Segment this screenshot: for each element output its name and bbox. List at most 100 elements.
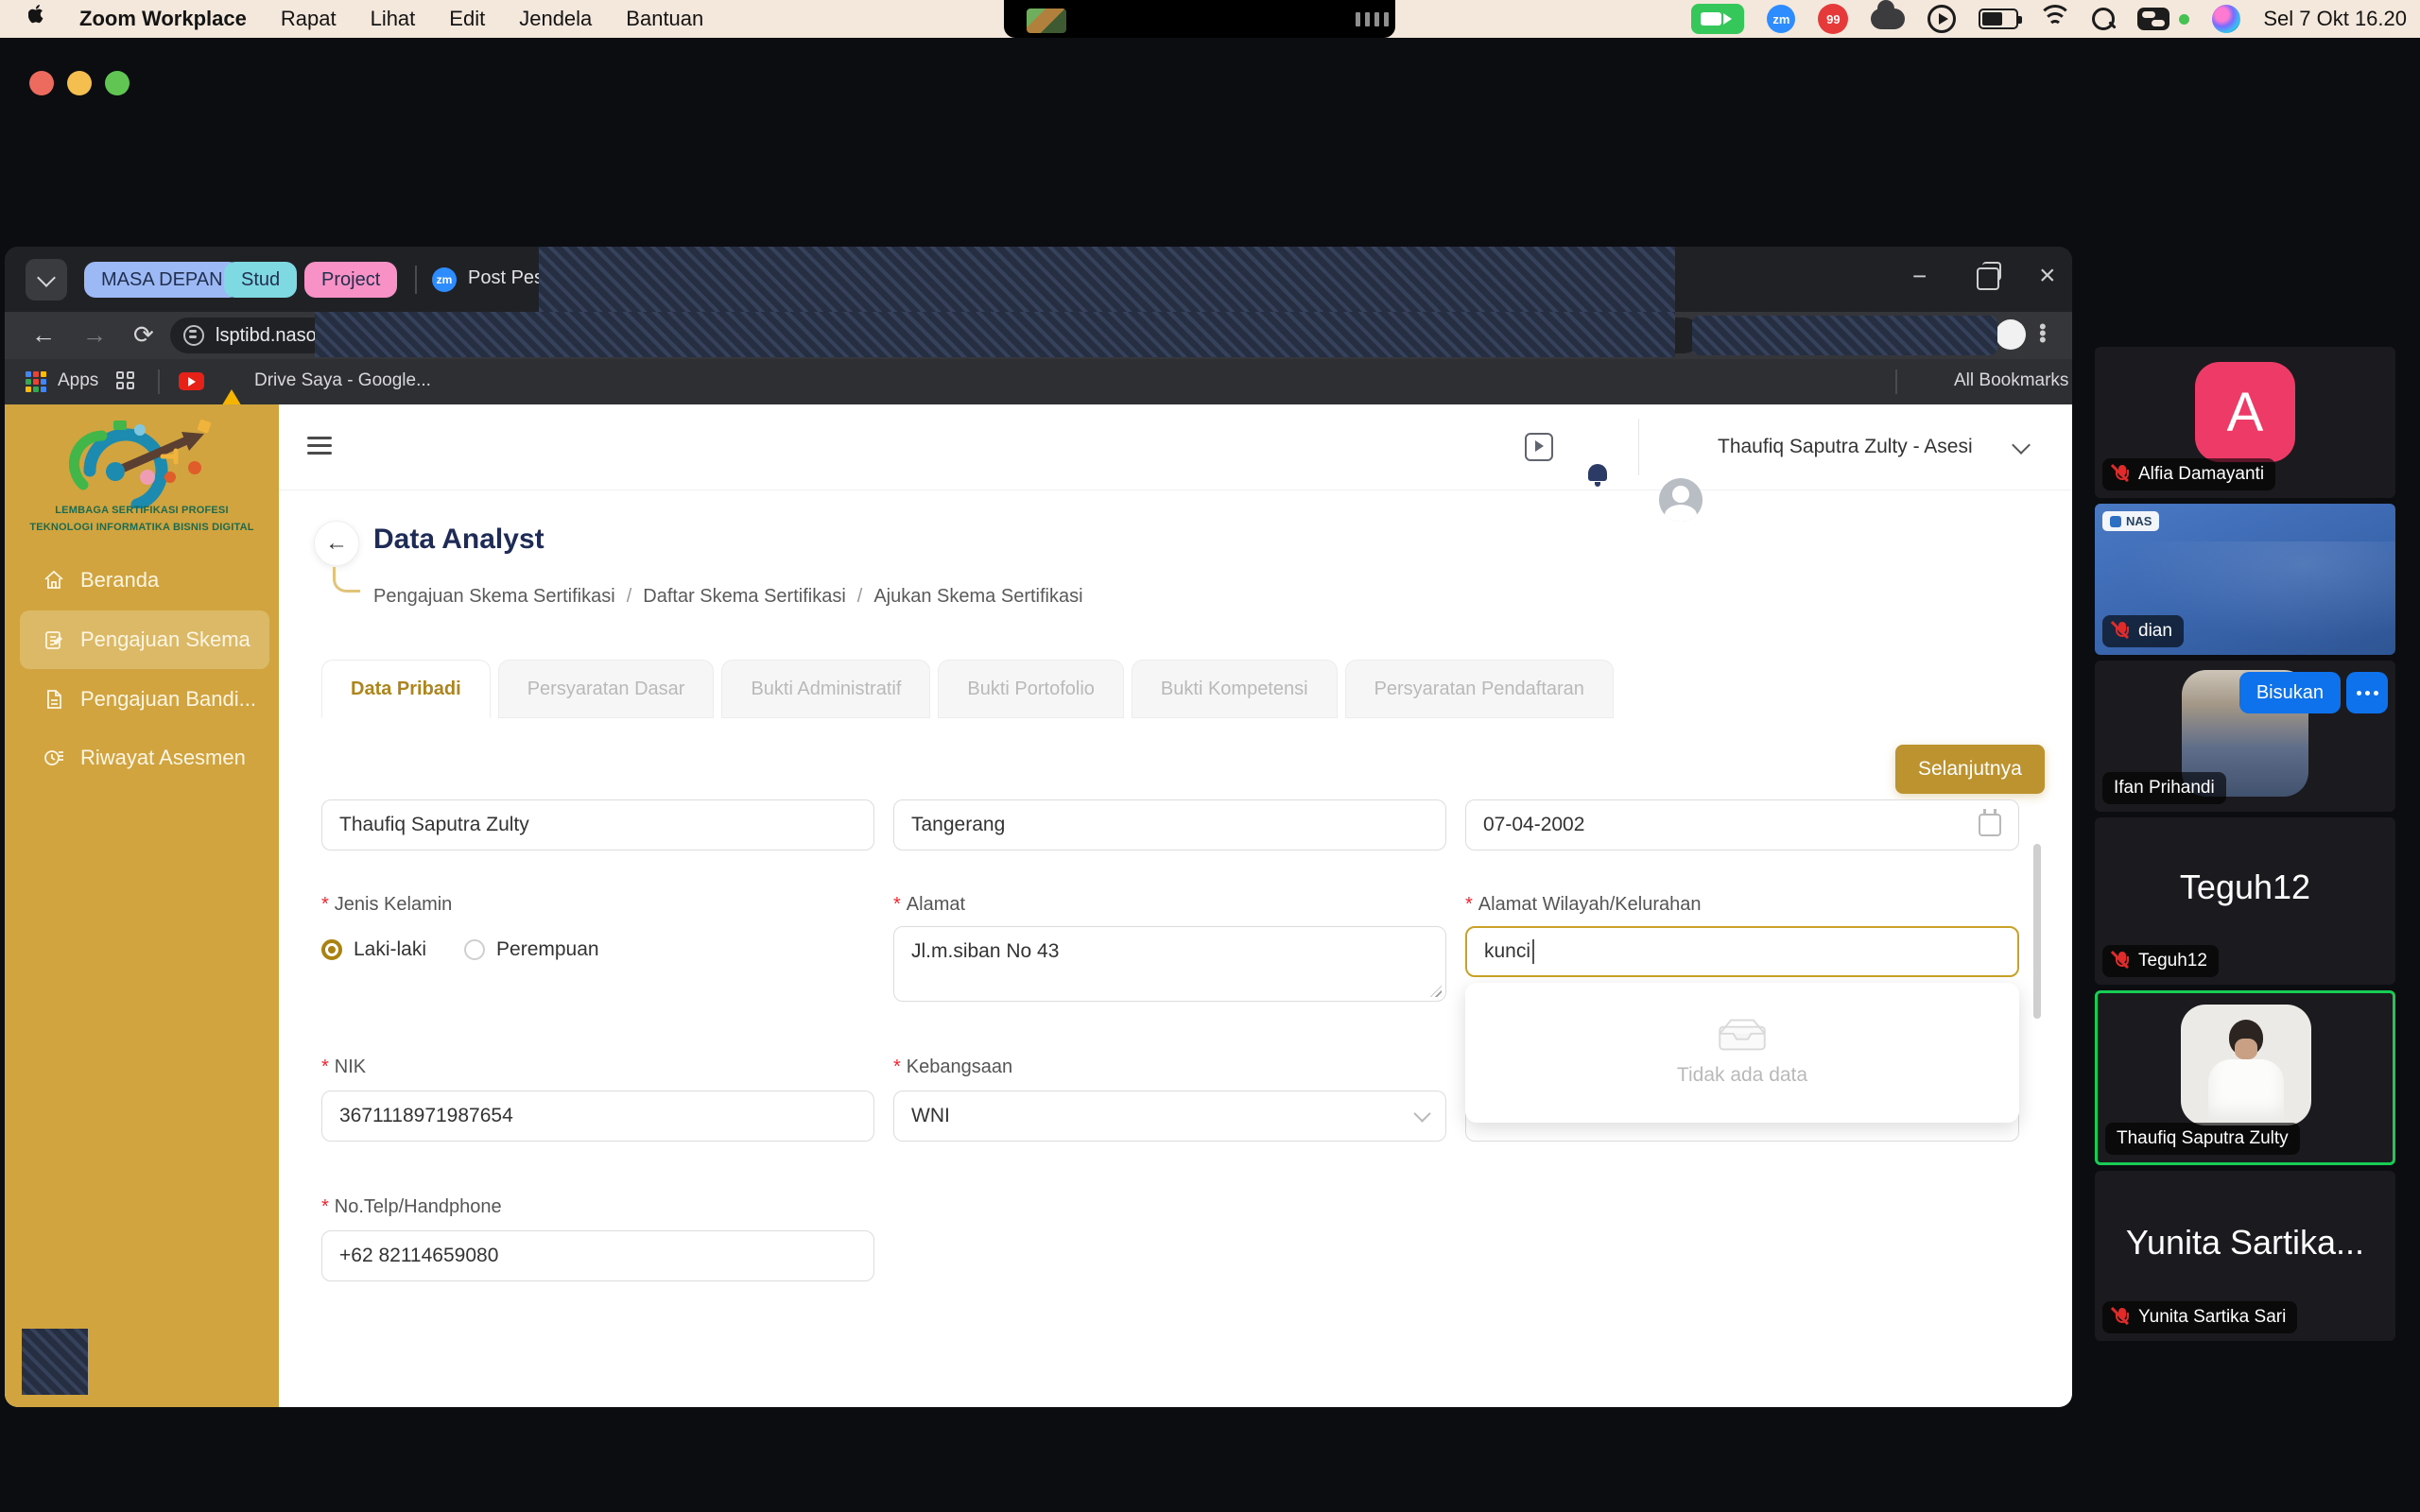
apps-grid-icon[interactable] <box>26 371 46 392</box>
participant-tile-thaufiq-active[interactable]: Thaufiq Saputra Zulty <box>2095 990 2395 1165</box>
menubar-menu-rapat[interactable]: Rapat <box>281 7 337 31</box>
all-bookmarks-label[interactable]: All Bookmarks <box>1954 370 2068 391</box>
presentation-panel-icon[interactable] <box>1525 433 1553 461</box>
sidebar-item-label: Riwayat Asesmen <box>80 746 246 770</box>
sidebar-item-riwayat-asesmen[interactable]: Riwayat Asesmen <box>5 735 317 781</box>
mic-muted-icon <box>2114 465 2131 484</box>
grid-bookmark-icon[interactable] <box>116 371 134 389</box>
kelurahan-input[interactable]: kunci <box>1465 926 2019 977</box>
zoom-menubar-icon[interactable]: zm <box>1767 5 1795 33</box>
tab-bukti-administratif[interactable]: Bukti Administratif <box>721 660 930 718</box>
resize-handle[interactable] <box>1430 986 1442 997</box>
lsp-logo-text-line1: LEMBAGA SERTIFIKASI PROFESI <box>14 503 269 519</box>
profile-avatar-icon[interactable] <box>1996 319 2026 350</box>
mute-participant-button[interactable]: Bisukan <box>2239 672 2341 713</box>
radio-label-perempuan[interactable]: Perempuan <box>496 938 599 961</box>
participant-tile-alfia[interactable]: A Alfia Damayanti <box>2095 347 2395 498</box>
window-close-traffic-light[interactable] <box>29 71 54 95</box>
menubar-app-name[interactable]: Zoom Workplace <box>79 7 247 31</box>
radio-label-laki-laki[interactable]: Laki-laki <box>354 938 426 961</box>
apple-menu-icon[interactable] <box>28 5 47 33</box>
birthplace-field[interactable]: Tangerang <box>893 799 1446 850</box>
more-options-button[interactable] <box>2346 672 2388 713</box>
required-marker: * <box>1465 894 1473 916</box>
window-minimize-traffic-light[interactable] <box>67 71 92 95</box>
name-field[interactable]: Thaufiq Saputra Zulty <box>321 799 874 850</box>
screen: Zoom Workplace Rapat Lihat Edit Jendela … <box>0 0 2420 1512</box>
window-restore-button[interactable] <box>1977 267 1999 290</box>
menubar-menu-lihat[interactable]: Lihat <box>371 7 416 31</box>
wifi-icon[interactable] <box>2041 9 2069 29</box>
cloud-icon[interactable] <box>1871 9 1905 29</box>
participant-tile-dian[interactable]: NAS dian <box>2095 504 2395 655</box>
drive-bookmark-label[interactable]: Drive Saya - Google... <box>254 370 431 391</box>
menubar-menu-bantuan[interactable]: Bantuan <box>626 7 703 31</box>
user-avatar[interactable] <box>1659 478 1703 522</box>
sidebar-item-pengajuan-skema[interactable]: Pengajuan Skema <box>5 617 317 662</box>
radio-laki-laki[interactable] <box>321 939 342 960</box>
control-center-icon[interactable] <box>2137 8 2169 30</box>
tab-data-pribadi[interactable]: Data Pribadi <box>321 660 491 718</box>
notification-bell-icon[interactable] <box>1585 462 1610 487</box>
birthdate-field[interactable]: 07-04-2002 <box>1465 799 2019 850</box>
participant-tile-teguh[interactable]: Teguh12 Teguh12 <box>2095 817 2395 985</box>
forward-nav-icon[interactable]: → <box>82 320 107 350</box>
user-menu-label[interactable]: Thaufiq Saputra Zulty - Asesi <box>1718 436 1973 458</box>
tab-group-masa-depan[interactable]: MASA DEPAN <box>84 262 240 298</box>
hamburger-menu-icon[interactable] <box>307 432 332 459</box>
nik-field[interactable]: 3671118971987654 <box>321 1091 874 1142</box>
participant-name-label: Teguh12 <box>2102 945 2219 977</box>
youtube-bookmark-icon[interactable] <box>179 372 204 390</box>
tab-group-project[interactable]: Project <box>304 262 397 298</box>
tab-bukti-kompetensi[interactable]: Bukti Kompetensi <box>1132 660 1338 718</box>
media-play-icon[interactable] <box>1927 5 1956 33</box>
notification-badge-icon[interactable]: 99 <box>1818 4 1848 34</box>
nationality-select[interactable]: WNI <box>893 1091 1446 1142</box>
participant-tile-yunita[interactable]: Yunita Sartika... Yunita Sartika Sari <box>2095 1171 2395 1341</box>
next-button[interactable]: Selanjutnya <box>1895 745 2045 794</box>
tab-search-chevron-button[interactable] <box>26 259 67 301</box>
menubar-clock[interactable]: Sel 7 Okt 16.20 <box>2263 7 2407 31</box>
bookmarks-bar: Apps Drive Saya - Google... All Bookmark… <box>5 359 2072 404</box>
window-minimize-button[interactable]: − <box>1912 264 1927 288</box>
battery-icon[interactable] <box>1979 9 2018 29</box>
spotlight-search-icon[interactable] <box>2092 8 2115 30</box>
camera-active-icon[interactable] <box>1691 4 1744 34</box>
tab-bukti-portofolio[interactable]: Bukti Portofolio <box>938 660 1124 718</box>
kelurahan-value: kunci <box>1484 940 1530 963</box>
window-zoom-traffic-light[interactable] <box>105 71 130 95</box>
menubar-menu-edit[interactable]: Edit <box>449 7 485 31</box>
user-menu-chevron-icon[interactable] <box>2012 436 2031 455</box>
window-close-button[interactable]: × <box>2039 262 2056 290</box>
tab-persyaratan-pendaftaran[interactable]: Persyaratan Pendaftaran <box>1345 660 1614 718</box>
breadcrumb: Pengajuan Skema Sertifikasi / Daftar Ske… <box>373 586 1083 608</box>
address-textarea[interactable]: Jl.m.siban No 43 <box>893 926 1446 1002</box>
breadcrumb-item[interactable]: Daftar Skema Sertifikasi <box>643 586 846 608</box>
tab-persyaratan-dasar[interactable]: Persyaratan Dasar <box>498 660 715 718</box>
radio-perempuan[interactable] <box>464 939 485 960</box>
active-tab-favicon: zm <box>432 267 457 292</box>
browser-window: MASA DEPAN Stud Project zm Post Pese − ×… <box>5 247 2072 1407</box>
mic-muted-icon <box>2114 1308 2131 1327</box>
bookmarks-separator <box>158 369 160 394</box>
nationality-value: WNI <box>911 1105 950 1127</box>
macos-menubar: Zoom Workplace Rapat Lihat Edit Jendela … <box>0 0 2420 38</box>
menubar-menu-jendela[interactable]: Jendela <box>519 7 592 31</box>
participant-tile-ifan[interactable]: Bisukan Ifan Prihandi <box>2095 661 2395 812</box>
birthdate-value: 07-04-2002 <box>1483 814 1584 836</box>
siri-icon[interactable] <box>2212 5 2240 33</box>
browser-menu-icon[interactable]: ••• <box>2039 323 2047 343</box>
breadcrumb-item[interactable]: Ajukan Skema Sertifikasi <box>873 586 1082 608</box>
reload-icon[interactable]: ⟳ <box>133 320 154 350</box>
phone-field[interactable]: +62 82114659080 <box>321 1230 874 1281</box>
calendar-icon[interactable] <box>1979 814 2001 836</box>
back-button[interactable]: ← <box>314 521 359 566</box>
sidebar-item-pengajuan-banding[interactable]: Pengajuan Bandi... <box>5 677 317 722</box>
sidebar-item-beranda[interactable]: Beranda <box>5 558 317 603</box>
breadcrumb-item[interactable]: Pengajuan Skema Sertifikasi <box>373 586 615 608</box>
tab-group-stud[interactable]: Stud <box>224 262 297 298</box>
site-settings-icon[interactable] <box>183 325 204 346</box>
back-nav-icon[interactable]: ← <box>31 320 56 350</box>
apps-bookmark-label[interactable]: Apps <box>58 370 98 391</box>
page-scrollbar-thumb[interactable] <box>2033 844 2041 1019</box>
